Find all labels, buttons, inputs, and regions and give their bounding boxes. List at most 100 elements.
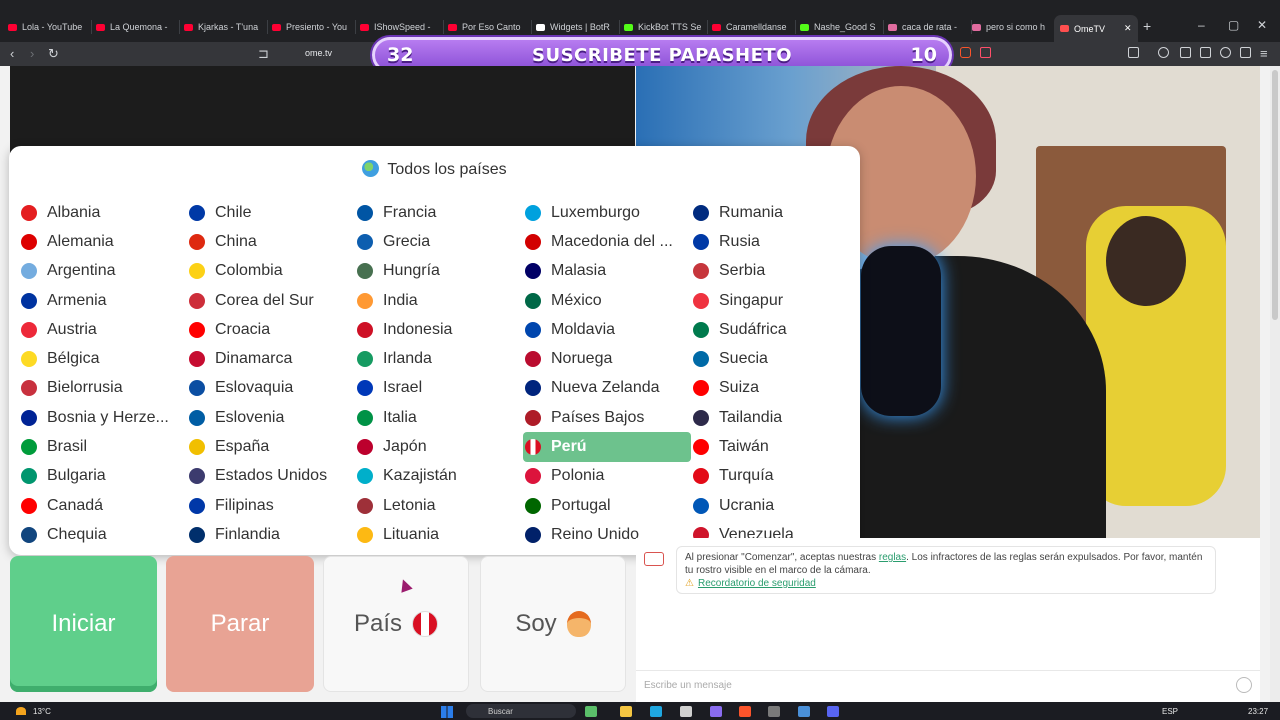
country-option[interactable]: Indonesia bbox=[355, 315, 523, 344]
browser-tab[interactable]: Lola - YouTube bbox=[8, 17, 92, 37]
country-option[interactable]: Serbia bbox=[691, 257, 859, 286]
country-option[interactable]: Irlanda bbox=[355, 344, 523, 373]
folder-icon[interactable] bbox=[620, 706, 632, 717]
app-icon-2[interactable] bbox=[710, 706, 722, 717]
stop-button[interactable]: Parar bbox=[166, 556, 314, 692]
bookmark-icon[interactable]: ⊐ bbox=[258, 46, 269, 62]
country-option[interactable]: Suecia bbox=[691, 344, 859, 373]
country-option[interactable]: Singapur bbox=[691, 286, 859, 315]
start-button[interactable]: Iniciar bbox=[10, 556, 157, 692]
country-option[interactable]: Estados Unidos bbox=[187, 462, 355, 491]
browser-tab[interactable]: Kjarkas - T'una bbox=[184, 17, 268, 37]
country-option[interactable]: Francia bbox=[355, 198, 523, 227]
close-tab-icon[interactable]: ✕ bbox=[1124, 23, 1132, 34]
maximize-icon[interactable]: ▢ bbox=[1228, 18, 1239, 32]
country-option[interactable]: Lituania bbox=[355, 520, 523, 549]
country-option[interactable]: Malasia bbox=[523, 257, 691, 286]
weather-temperature[interactable]: 13°C bbox=[33, 707, 51, 716]
new-tab-button[interactable]: + bbox=[1143, 18, 1151, 34]
ai-icon[interactable] bbox=[1220, 47, 1231, 58]
country-option[interactable]: Nueva Zelanda bbox=[523, 374, 691, 403]
country-option[interactable]: Polonia bbox=[523, 462, 691, 491]
browser-tab[interactable]: KickBot TTS Se bbox=[624, 17, 708, 37]
country-option[interactable]: Suiza bbox=[691, 374, 859, 403]
country-option[interactable]: Finlandia bbox=[187, 520, 355, 549]
country-option[interactable]: China bbox=[187, 227, 355, 256]
wallet-icon[interactable] bbox=[1200, 47, 1211, 58]
country-button[interactable]: País bbox=[323, 556, 469, 692]
browser-tab[interactable]: Presiento - You bbox=[272, 17, 356, 37]
country-option[interactable]: Kazajistán bbox=[355, 462, 523, 491]
brave-icon[interactable] bbox=[960, 47, 971, 58]
country-option[interactable]: Grecia bbox=[355, 227, 523, 256]
scrollbar-thumb[interactable] bbox=[1272, 70, 1278, 320]
country-option[interactable]: Eslovaquia bbox=[187, 374, 355, 403]
edge-icon[interactable] bbox=[650, 706, 662, 717]
country-option[interactable]: Chequia bbox=[19, 520, 187, 549]
country-option[interactable]: Armenia bbox=[19, 286, 187, 315]
music-icon[interactable] bbox=[1158, 47, 1169, 58]
windows-start-icon[interactable] bbox=[441, 706, 453, 718]
country-option[interactable]: Albania bbox=[19, 198, 187, 227]
taskbar-search[interactable]: Buscar bbox=[466, 704, 576, 718]
country-option[interactable]: Brasil bbox=[19, 432, 187, 461]
country-option[interactable]: Corea del Sur bbox=[187, 286, 355, 315]
app-icon-4[interactable] bbox=[798, 706, 810, 717]
reload-icon[interactable]: ↻ bbox=[48, 46, 59, 62]
country-option[interactable]: Alemania bbox=[19, 227, 187, 256]
browser-tab[interactable]: pero si como h bbox=[972, 17, 1056, 37]
country-option[interactable]: Perú bbox=[523, 432, 691, 462]
browser-tab[interactable]: Nashe_Good S bbox=[800, 17, 884, 37]
emoji-icon[interactable] bbox=[1236, 677, 1252, 693]
country-option[interactable]: Luxemburgo bbox=[523, 198, 691, 227]
country-option[interactable]: Taiwán bbox=[691, 432, 859, 461]
country-option[interactable]: Austria bbox=[19, 315, 187, 344]
app-icon-1[interactable] bbox=[585, 706, 597, 717]
country-option[interactable]: Ucrania bbox=[691, 491, 859, 520]
rules-link[interactable]: reglas bbox=[879, 552, 906, 563]
country-option[interactable]: España bbox=[187, 432, 355, 461]
country-option[interactable]: Portugal bbox=[523, 491, 691, 520]
menu-icon[interactable]: ≡ bbox=[1260, 46, 1268, 61]
country-option[interactable]: Italia bbox=[355, 403, 523, 432]
country-option[interactable]: Japón bbox=[355, 432, 523, 461]
shield-icon[interactable] bbox=[1240, 47, 1251, 58]
gender-button[interactable]: Soy bbox=[480, 556, 626, 692]
country-option[interactable]: Bulgaria bbox=[19, 462, 187, 491]
language-indicator[interactable]: ESP bbox=[1162, 707, 1178, 716]
rewards-icon[interactable] bbox=[980, 47, 991, 58]
browser-tab[interactable]: IShowSpeed - bbox=[360, 17, 444, 37]
country-option[interactable]: Turquía bbox=[691, 462, 859, 491]
country-option[interactable]: Tailandia bbox=[691, 403, 859, 432]
country-option[interactable]: Noruega bbox=[523, 344, 691, 373]
country-option[interactable]: Israel bbox=[355, 374, 523, 403]
country-option[interactable]: Bosnia y Herze... bbox=[19, 403, 187, 432]
store-icon[interactable] bbox=[680, 706, 692, 717]
clock[interactable]: 23:27 bbox=[1248, 707, 1268, 716]
country-option[interactable]: Bielorrusia bbox=[19, 374, 187, 403]
back-icon[interactable]: ‹ bbox=[10, 46, 14, 61]
country-option[interactable]: Dinamarca bbox=[187, 344, 355, 373]
country-option[interactable]: Canadá bbox=[19, 491, 187, 520]
browser-tab[interactable]: caca de rata - bbox=[888, 17, 972, 37]
url-field[interactable]: ome.tv bbox=[305, 48, 332, 58]
country-option[interactable]: Países Bajos bbox=[523, 403, 691, 432]
country-option[interactable]: México bbox=[523, 286, 691, 315]
discord-icon[interactable] bbox=[827, 706, 839, 717]
app-icon-3[interactable] bbox=[768, 706, 780, 717]
page-scrollbar[interactable] bbox=[1270, 66, 1280, 702]
forward-icon[interactable]: › bbox=[30, 46, 34, 61]
country-option[interactable]: Filipinas bbox=[187, 491, 355, 520]
country-option[interactable]: Sudáfrica bbox=[691, 315, 859, 344]
country-option[interactable]: Eslovenia bbox=[187, 403, 355, 432]
browser-tab[interactable]: Widgets | BotR bbox=[536, 17, 620, 37]
country-option[interactable]: Rusia bbox=[691, 227, 859, 256]
country-option[interactable]: India bbox=[355, 286, 523, 315]
country-option[interactable]: Letonia bbox=[355, 491, 523, 520]
browser-tab[interactable]: Por Eso Canto bbox=[448, 17, 532, 37]
brave-taskbar-icon[interactable] bbox=[739, 706, 751, 717]
country-option[interactable]: Macedonia del ... bbox=[523, 227, 691, 256]
close-window-icon[interactable]: ✕ bbox=[1257, 18, 1267, 32]
country-option[interactable]: Rumania bbox=[691, 198, 859, 227]
country-option[interactable]: Moldavia bbox=[523, 315, 691, 344]
